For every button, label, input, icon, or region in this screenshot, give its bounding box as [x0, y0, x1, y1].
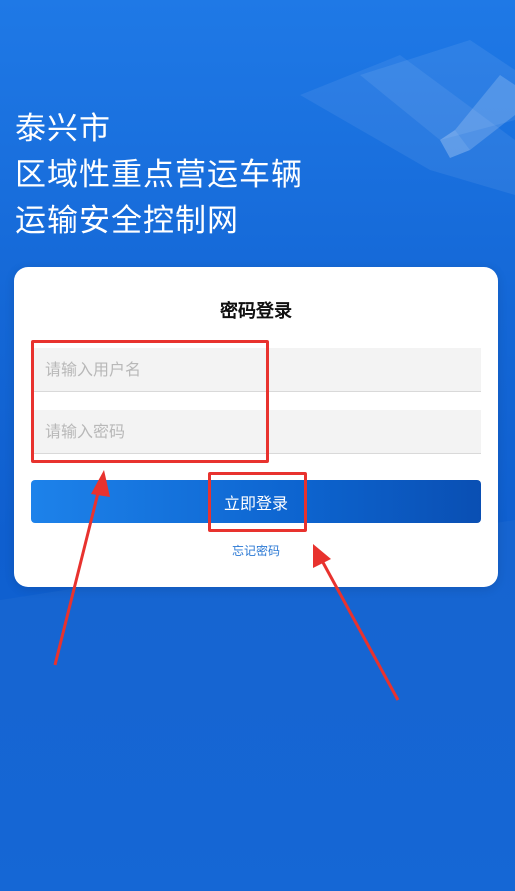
login-heading: 密码登录	[220, 301, 292, 322]
title-subtitle: 区域性重点营运车辆	[15, 157, 303, 193]
title-city: 泰兴市	[15, 111, 111, 147]
forgot-password-link[interactable]: 忘记密码	[14, 542, 498, 559]
title-system-name: 运输安全控制网	[15, 203, 239, 239]
app-title: 泰兴市 区域性重点营运车辆 运输安全控制网	[15, 106, 303, 244]
annotation-box-inputs	[31, 340, 269, 463]
annotation-box-login-button	[208, 472, 307, 532]
